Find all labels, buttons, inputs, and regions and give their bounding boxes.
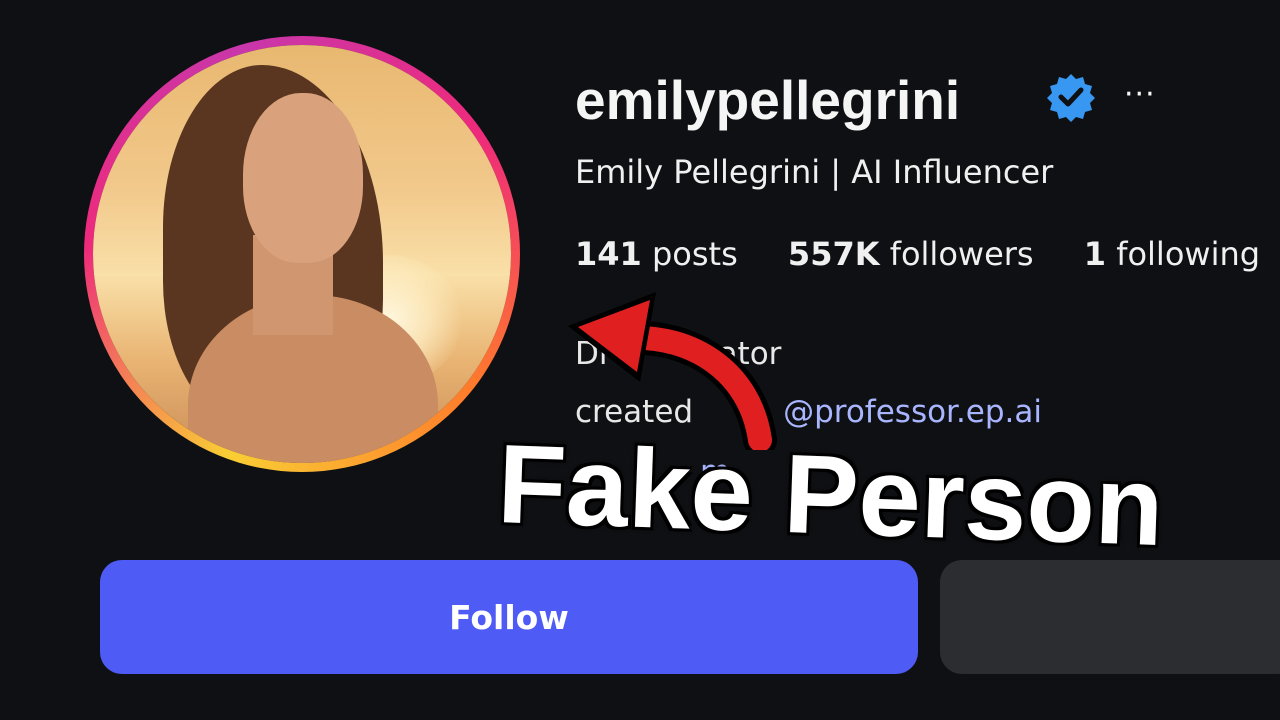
story-ring[interactable] bbox=[84, 36, 520, 472]
follow-button[interactable]: Follow bbox=[100, 560, 918, 674]
stat-posts-count: 141 bbox=[575, 235, 642, 273]
fake-person-caption: Fake Person bbox=[495, 420, 1166, 570]
profile-stats: 141 posts 557K followers 1 following bbox=[575, 232, 1260, 276]
bio-mention-link[interactable]: @professor.ep.ai bbox=[783, 394, 1042, 430]
profile-avatar[interactable] bbox=[93, 45, 511, 463]
verified-badge-icon bbox=[1047, 74, 1095, 122]
stat-following-label: following bbox=[1116, 235, 1261, 273]
stat-followers-count: 557K bbox=[787, 235, 880, 273]
more-options-icon[interactable]: ··· bbox=[1124, 80, 1156, 110]
stat-posts: 141 posts bbox=[575, 235, 738, 273]
stat-following[interactable]: 1 following bbox=[1084, 235, 1260, 273]
stat-posts-label: posts bbox=[651, 235, 738, 273]
profile-full-name: Emily Pellegrini | AI Influencer bbox=[575, 153, 1054, 191]
stat-following-count: 1 bbox=[1083, 235, 1107, 273]
stat-followers[interactable]: 557K followers bbox=[788, 235, 1034, 273]
avatar-face bbox=[243, 93, 363, 263]
profile-username: emilypellegrini bbox=[575, 69, 961, 131]
secondary-action-button[interactable] bbox=[940, 560, 1280, 674]
stat-followers-label: followers bbox=[889, 235, 1034, 273]
